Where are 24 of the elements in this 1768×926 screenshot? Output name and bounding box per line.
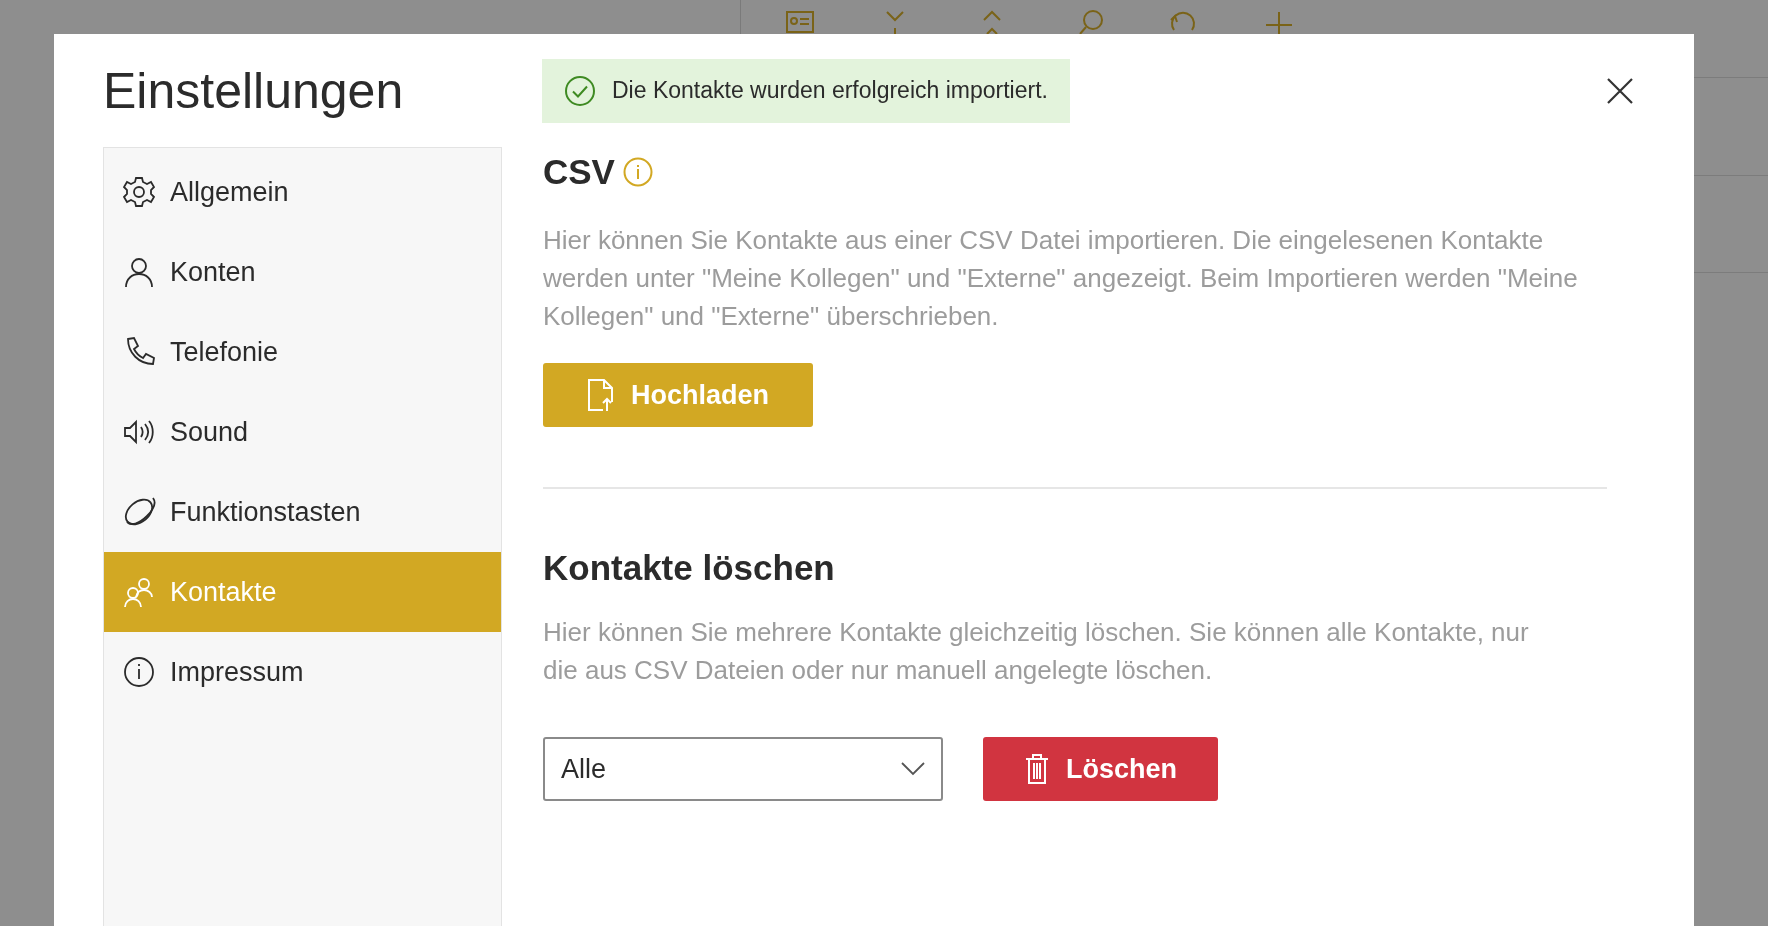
section-description: Hier können Sie mehrere Kontakte gleichzeitig löschen. Sie können alle Kontakte, nur die aus CSV Dateien oder nur manuell angelegte löschen.	[543, 616, 1530, 687]
person-icon	[122, 255, 156, 289]
section-heading: Kontakte löschen	[543, 547, 836, 589]
sidebar-item[interactable]: Sound	[104, 392, 501, 472]
delete-button[interactable]: Löschen	[983, 737, 1218, 801]
info-icon	[122, 655, 156, 689]
dialog-title: Einstellungen	[103, 61, 405, 121]
alert-text: Die Kontakte wurden erfolgreich importiert.	[612, 76, 1048, 106]
sidebar-item[interactable]: Konten	[104, 232, 501, 312]
sidebar-item[interactable]: Funktionstasten	[104, 472, 501, 552]
close-button[interactable]	[1605, 75, 1635, 106]
section-heading: CSV	[543, 151, 615, 193]
sidebar-item[interactable]: Impressum	[104, 632, 501, 712]
sidebar-item[interactable]: Allgemein	[104, 152, 501, 232]
chevron-down-icon	[901, 762, 925, 776]
check-circle-icon	[564, 74, 596, 107]
trash-icon	[1024, 753, 1050, 785]
people-icon	[122, 575, 156, 609]
file-upload-icon	[587, 378, 615, 412]
sidebar-item[interactable]: Telefonie	[104, 312, 501, 392]
info-icon[interactable]	[622, 157, 653, 187]
gear-icon	[122, 175, 156, 209]
filter-dropdown[interactable]: Alle	[543, 737, 943, 801]
section-description: Hier können Sie Kontakte aus einer CSV Datei importieren. Die eingelesenen Kontakte werden unter "Meine Kollegen" und "Externe" angezeigt. Beim Importieren werden "Meine Kollegen" und "Externe" überschrieben.	[543, 224, 1579, 333]
